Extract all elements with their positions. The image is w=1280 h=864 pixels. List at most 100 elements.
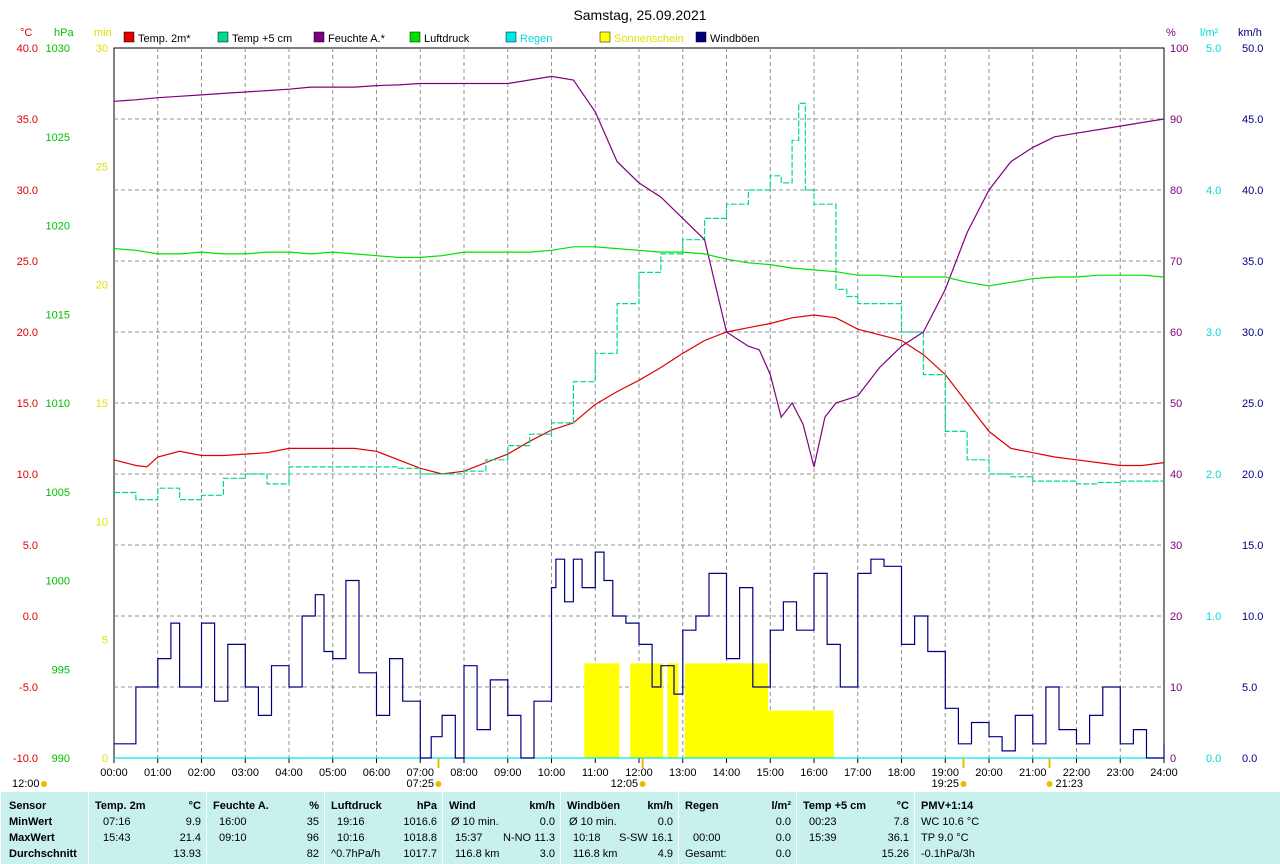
x-tick-label: 01:00 <box>144 767 172 779</box>
wind-tick-label: 40.0 <box>1242 185 1263 197</box>
stat-distance: 116.8 km <box>573 848 618 860</box>
stat-value: 11.3 <box>534 832 555 844</box>
sunshine-bar <box>630 663 664 758</box>
stat-value: 16.1 <box>651 832 673 844</box>
stats-unit: °C <box>188 800 201 812</box>
temp-tick-label: 0.0 <box>23 611 38 623</box>
stat-time: 09:10 <box>219 832 247 844</box>
stat-value: 1018.8 <box>403 832 437 844</box>
stats-panel: Sensor MinWert MaxWert Durchschnitt Temp… <box>0 792 1280 864</box>
sunshine-bar <box>667 663 679 758</box>
temp-tick-label: 40.0 <box>17 43 38 55</box>
stats-feuchte-col: Feuchte A.% 16:00 35 09:10 96 82 <box>206 792 325 864</box>
stat-value: 21.4 <box>179 832 201 844</box>
rain-tick-label: 3.0 <box>1206 327 1221 339</box>
marker-sunrise-label: 07:25 <box>406 778 434 790</box>
stat-time: 10:16 <box>337 832 365 844</box>
stats-unit: l/m² <box>771 800 791 812</box>
sun-icon <box>639 781 646 787</box>
stat-value: 13.93 <box>173 848 201 860</box>
pressure-tick-label: 1030 <box>46 43 70 55</box>
temp-tick-label: 20.0 <box>17 327 38 339</box>
x-tick-label: 10:00 <box>538 767 566 779</box>
stats-header: Sensor <box>9 800 47 812</box>
humidity-tick-label: 20 <box>1170 611 1182 623</box>
row-label-max: MaxWert <box>9 832 55 844</box>
pressure-tick-label: 1000 <box>46 576 70 588</box>
stat-value: 0.0 <box>657 816 673 828</box>
legend-label: Sonnenschein <box>614 33 684 45</box>
rain-tick-label: 5.0 <box>1206 43 1221 55</box>
sunshine-bar <box>684 663 769 758</box>
stat-value: 4.9 <box>657 848 673 860</box>
stat-direction: N-NO <box>503 832 532 844</box>
stat-value: 36.1 <box>887 832 909 844</box>
rain-unit-label: l/m² <box>1200 27 1219 39</box>
stat-value: 35 <box>306 816 319 828</box>
x-tick-label: 00:00 <box>100 767 128 779</box>
marker-sunset-label: 19:25 <box>931 778 959 790</box>
wind-tick-label: 5.0 <box>1242 682 1257 694</box>
x-tick-label: 18:00 <box>888 767 916 779</box>
marker-noon-left: 12:00 <box>12 778 40 790</box>
stat-value: 0.0 <box>539 816 555 828</box>
pressure-unit-label: hPa <box>54 27 74 39</box>
stat-trend: ^0.7hPa/h <box>331 848 381 860</box>
stats-header: Temp. 2m <box>95 800 146 812</box>
row-label-avg: Durchschnitt <box>9 848 77 860</box>
stat-label: Ø 10 min. <box>569 816 617 828</box>
sun-icon <box>960 781 967 787</box>
stats-windboeen-col: Windböen km/h Ø 10 min. 0.0 10:18 S-SW 16.1 … <box>560 792 679 864</box>
stat-time: 15:43 <box>103 832 131 844</box>
stats-header: Temp +5 cm <box>803 800 867 812</box>
legend-swatch <box>505 31 517 43</box>
stat-value: 1016.6 <box>403 816 437 828</box>
marker-moonrise-label: 21:23 <box>1056 778 1084 790</box>
rain-tick-label: 2.0 <box>1206 469 1221 481</box>
rain-tick-label: 1.0 <box>1206 611 1221 623</box>
stats-regen-col: Regen l/m² 0.0 00:00 0.0 Gesamt: 0.0 <box>678 792 797 864</box>
stats-header: Luftdruck <box>331 800 382 812</box>
x-tick-label: 05:00 <box>319 767 347 779</box>
pressure-tick-label: 1015 <box>46 309 70 321</box>
sunshine-bar <box>584 663 620 758</box>
sun-unit-label: min <box>94 27 112 39</box>
temp-tick-label: 10.0 <box>17 469 38 481</box>
stat-direction: S-SW <box>619 832 648 844</box>
stats-unit: °C <box>896 800 909 812</box>
sun-tick-label: 30 <box>96 43 108 55</box>
pressure-tick-label: 995 <box>52 664 70 676</box>
wind-tick-label: 45.0 <box>1242 114 1263 126</box>
stats-temp5cm-col: Temp +5 cm °C 00:23 7.8 15:39 36.1 15.26 <box>796 792 915 864</box>
wind-tick-label: 50.0 <box>1242 43 1263 55</box>
x-tick-label: 08:00 <box>450 767 478 779</box>
stat-value: 9.9 <box>185 816 201 828</box>
stat-value: 0.0 <box>775 832 791 844</box>
legend-label: Feuchte A.* <box>328 33 386 45</box>
row-label-min: MinWert <box>9 816 53 828</box>
stat-value: 0.0 <box>775 816 791 828</box>
legend-label: Regen <box>520 33 552 45</box>
wind-tick-label: 10.0 <box>1242 611 1263 623</box>
stats-header: Feuchte A. <box>213 800 269 812</box>
wind-unit-label: km/h <box>1238 27 1262 39</box>
sun-tick-label: 10 <box>96 516 108 528</box>
stat-value: 82 <box>306 848 319 860</box>
pressure-tick-label: 1020 <box>46 221 70 233</box>
stat-time: 00:23 <box>809 816 837 828</box>
pressure-tick-label: 1005 <box>46 487 70 499</box>
humidity-tick-label: 0 <box>1170 753 1176 765</box>
stats-unit: km/h <box>647 800 673 812</box>
legend-label: Luftdruck <box>424 33 470 45</box>
stats-unit: % <box>309 800 319 812</box>
wind-tick-label: 35.0 <box>1242 256 1263 268</box>
stat-wc: WC 10.6 °C <box>921 816 980 828</box>
legend-swatch <box>409 31 421 43</box>
stat-time: 15:37 <box>455 832 483 844</box>
legend-swatch <box>123 31 135 43</box>
x-tick-label: 11:00 <box>582 767 609 779</box>
stat-label: Ø 10 min. <box>451 816 499 828</box>
x-tick-label: 16:00 <box>800 767 828 779</box>
grid <box>113 47 1165 759</box>
legend-swatch <box>695 31 707 43</box>
